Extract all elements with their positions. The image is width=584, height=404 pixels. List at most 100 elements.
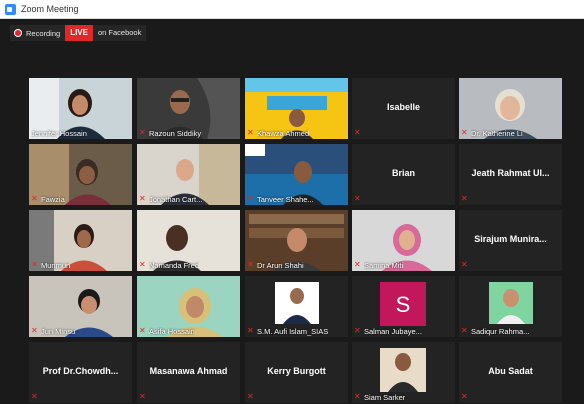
mic-muted-icon: ✕ [247,392,254,401]
tile-footer: ✕ Jun Minsu [31,326,130,336]
mic-muted-icon: ✕ [354,260,361,269]
participant-tile[interactable]: ✕ Dr. Katherine Li [459,78,562,139]
participant-name-placeholder: Jeath Rahmat Ul... [471,168,550,178]
recording-indicator[interactable]: Recording [10,25,66,41]
tile-footer: ✕ [139,392,238,402]
participant-tile[interactable]: Masanawa Ahmad ✕ [137,342,240,403]
mic-muted-icon: ✕ [247,326,254,335]
mic-muted-icon: ✕ [247,194,254,203]
tile-footer: ✕ Namanda Fred [139,260,238,270]
participant-name: Dr Arun Shahi [257,260,304,270]
tile-footer: ✕ Dr. Katherine Li [461,128,560,138]
participant-name: Razoun Siddiky [149,128,202,138]
participant-name: Samina Miti [364,260,404,270]
participant-name: Munmun [41,260,71,270]
tile-footer: ✕ Munmun [31,260,130,270]
participant-tile[interactable]: Isabelle ✕ [352,78,455,139]
tile-footer: ✕ Dr Arun Shahi [247,260,346,270]
participant-tile[interactable]: Prof Dr.Chowdh... ✕ [29,342,132,403]
participant-name: Sadiqur Rahma... [471,326,530,336]
participant-name: Tanveer Shahe... [257,194,314,204]
tile-footer: ✕ Salman Jubaye... [354,326,453,336]
tile-footer: ✕ Fawzia [31,194,130,204]
participant-name-placeholder: Brian [391,168,415,178]
tile-footer: ✕ [31,392,130,402]
mic-muted-icon: ✕ [354,392,361,401]
participant-tile[interactable]: Kerry Burgott ✕ [245,342,348,403]
mic-muted-icon: ✕ [461,128,468,137]
participant-name-placeholder: Abu Sadat [488,366,533,376]
participant-name: Jonathan Cart... [149,194,203,204]
mic-muted-icon: ✕ [139,260,146,269]
participant-tile[interactable]: ✕ Dr Arun Shahi [245,210,348,271]
participant-tile[interactable]: ✕ Jun Minsu [29,276,132,337]
mic-muted-icon: ✕ [31,260,38,269]
participant-name: Khawza Ahmed [257,128,310,138]
mic-muted-icon: ✕ [354,194,361,203]
live-badge[interactable]: LIVE [65,25,93,41]
tile-footer: ✕ Samina Miti [354,260,453,270]
tile-footer: ✕ [247,392,346,402]
participant-name: Jennifer Hossain [31,128,87,138]
mic-muted-icon: ✕ [247,260,254,269]
mic-muted-icon: ✕ [461,326,468,335]
record-icon [14,29,22,37]
tile-footer: ✕ Siam Sarker [354,392,453,402]
participant-name: Asifa Hossain [149,326,195,336]
participant-tile[interactable]: ✕ Asifa Hossain [137,276,240,337]
recording-label: Recording [26,28,61,38]
mic-muted-icon: ✕ [354,128,361,137]
participant-name-placeholder: Kerry Burgott [267,366,326,376]
tile-footer: ✕ Asifa Hossain [139,326,238,336]
participant-tile[interactable]: ✕ Razoun Siddiky [137,78,240,139]
participant-tile[interactable]: ✕ Jonathan Cart... [137,144,240,205]
mic-muted-icon: ✕ [139,128,146,137]
participant-name: Namanda Fred [149,260,200,270]
tile-footer: ✕ Tanveer Shahe... [247,194,346,204]
participant-name: S.M. Aufi Islam_SIAS [257,326,329,336]
tile-footer: ✕ Khawza Ahmed [247,128,346,138]
participant-tile[interactable]: Abu Sadat ✕ [459,342,562,403]
participant-name-placeholder: Sirajum Munira... [474,234,547,244]
mic-muted-icon: ✕ [247,128,254,137]
participant-tile[interactable]: ✕ Namanda Fred [137,210,240,271]
participant-name: Siam Sarker [364,392,406,402]
participant-name: Salman Jubaye... [364,326,422,336]
mic-muted-icon: ✕ [139,326,146,335]
tile-footer: ✕ [461,260,560,270]
participant-tile[interactable]: ✕ Siam Sarker [352,342,455,403]
mic-muted-icon: ✕ [31,326,38,335]
window-title: Zoom Meeting [21,4,79,14]
mic-muted-icon: ✕ [31,392,38,401]
participant-tile[interactable]: Brian ✕ [352,144,455,205]
gallery-view: Recording LIVE on Facebook Jennifer Hoss… [0,19,584,404]
tile-footer: Jennifer Hossain [31,128,130,138]
participant-tile[interactable]: ✕ Munmun [29,210,132,271]
participant-name-placeholder: Isabelle [386,102,421,112]
mic-muted-icon: ✕ [139,392,146,401]
participant-tile[interactable]: ✕ Tanveer Shahe... [245,144,348,205]
participant-tile[interactable]: Jeath Rahmat Ul... ✕ [459,144,562,205]
mic-muted-icon: ✕ [461,194,468,203]
tile-footer: ✕ [461,194,560,204]
participant-name-placeholder: Masanawa Ahmad [149,366,228,376]
tile-footer: ✕ Sadiqur Rahma... [461,326,560,336]
tile-footer: ✕ Razoun Siddiky [139,128,238,138]
participant-tile[interactable]: S ✕ Salman Jubaye... [352,276,455,337]
mic-muted-icon: ✕ [31,194,38,203]
participant-tile[interactable]: ✕ Sadiqur Rahma... [459,276,562,337]
window-titlebar: Zoom Meeting [0,0,584,19]
zoom-app-icon [5,4,16,15]
participant-tile[interactable]: Jennifer Hossain [29,78,132,139]
participant-tile[interactable]: ✕ S.M. Aufi Islam_SIAS [245,276,348,337]
participant-tile[interactable]: Sirajum Munira... ✕ [459,210,562,271]
participant-name: Fawzia [41,194,65,204]
participant-name-placeholder: Prof Dr.Chowdh... [42,366,119,376]
participant-tile[interactable]: ✕ Khawza Ahmed [245,78,348,139]
mic-muted-icon: ✕ [461,260,468,269]
tile-footer: ✕ Jonathan Cart... [139,194,238,204]
tile-footer: ✕ [461,392,560,402]
participant-tile[interactable]: ✕ Fawzia [29,144,132,205]
participant-tile[interactable]: ✕ Samina Miti [352,210,455,271]
platform-label: on Facebook [92,25,147,41]
